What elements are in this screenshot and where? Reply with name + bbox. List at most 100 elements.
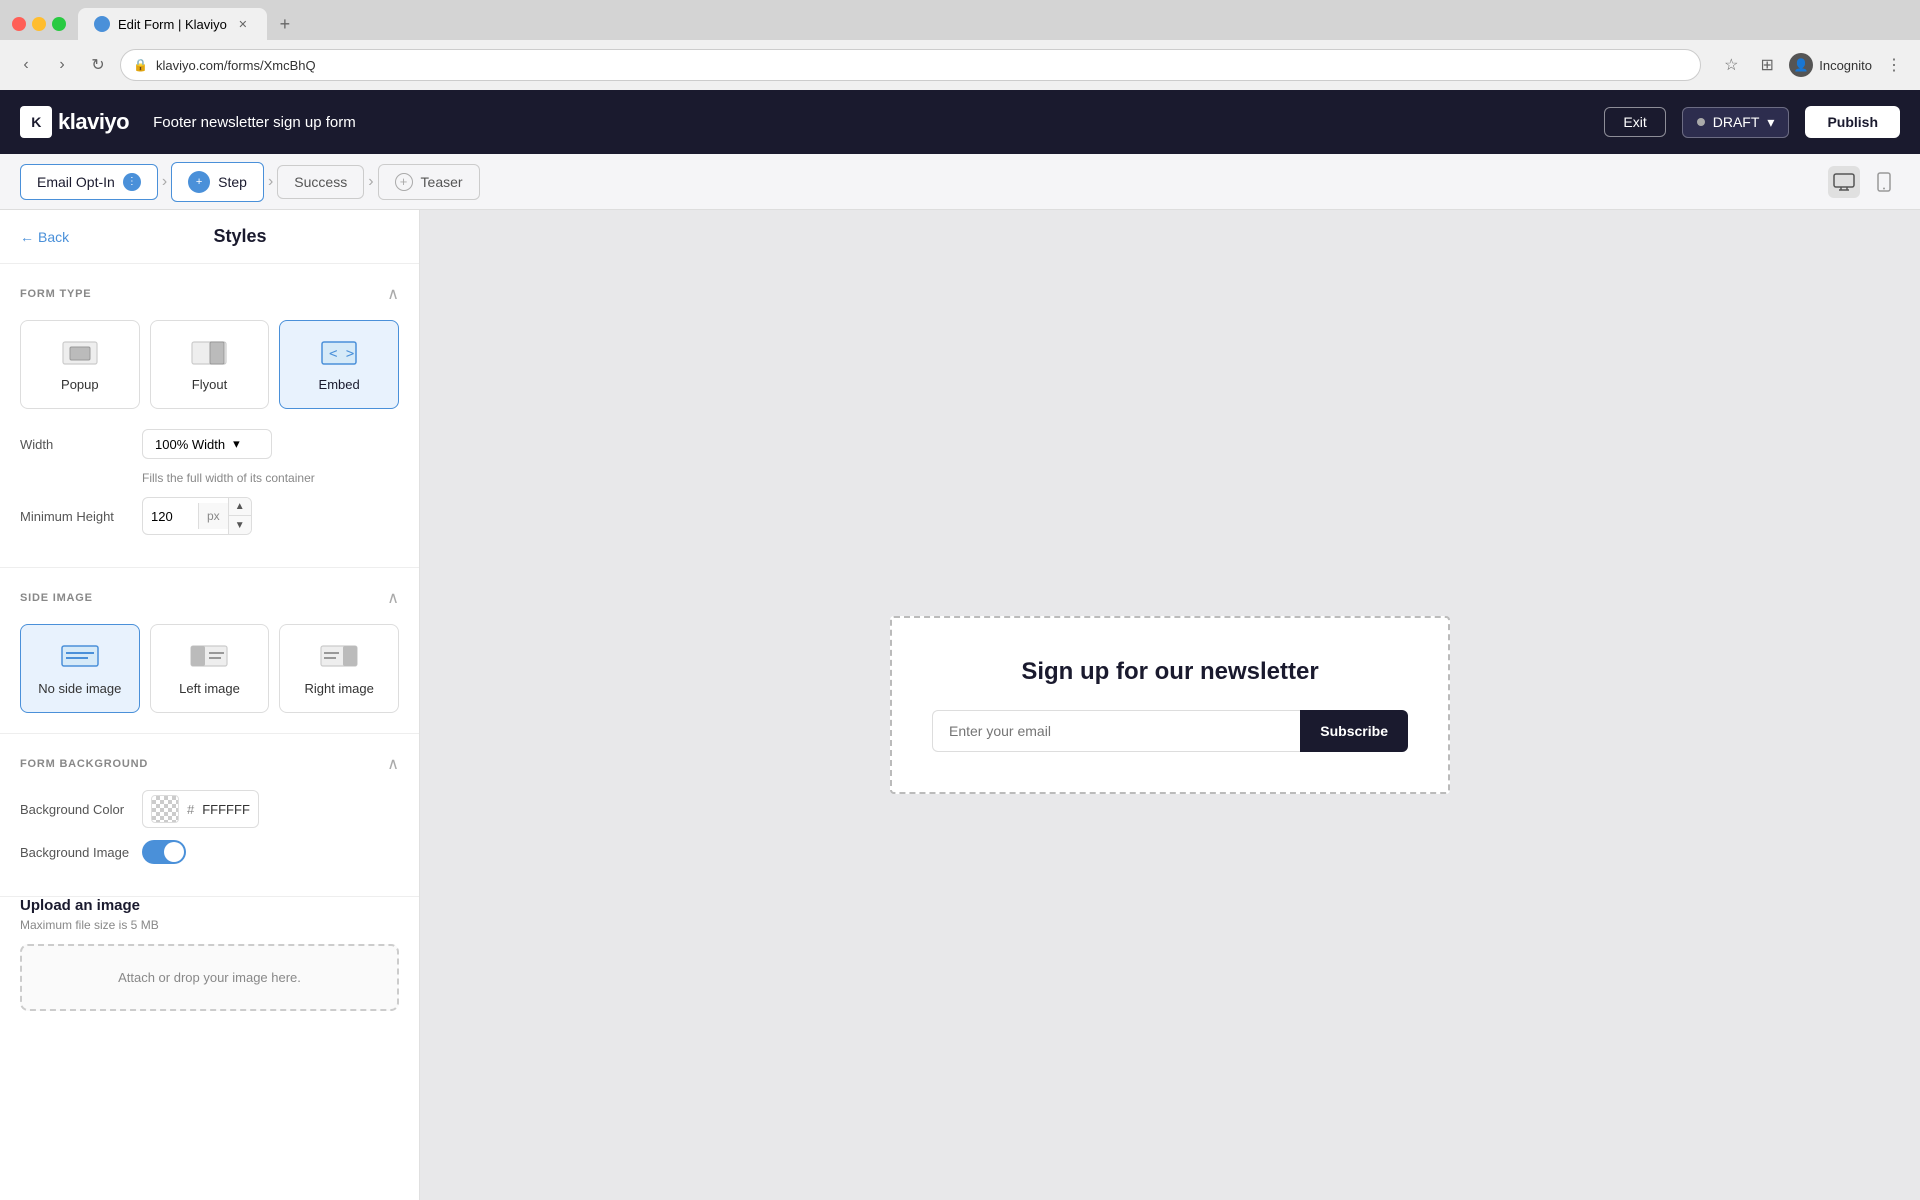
- reload-button[interactable]: ↻: [84, 51, 112, 79]
- back-button[interactable]: ← Back: [20, 229, 69, 245]
- embed-label: Embed: [319, 377, 360, 392]
- back-nav-button[interactable]: ‹: [12, 51, 40, 79]
- upload-dropzone-label: Attach or drop your image here.: [118, 970, 301, 985]
- draft-chevron-icon: ▾: [1767, 114, 1774, 131]
- tab-title: Edit Form | Klaviyo: [118, 17, 227, 32]
- workflow-step-step[interactable]: + Step: [171, 162, 264, 202]
- menu-icon[interactable]: ⋮: [1880, 51, 1908, 79]
- minimize-traffic-light[interactable]: [32, 17, 46, 31]
- form-type-section-header: FORM TYPE ∧: [20, 284, 399, 304]
- checkerboard-pattern: [152, 796, 178, 822]
- exit-button[interactable]: Exit: [1604, 107, 1665, 137]
- device-toggle: [1828, 166, 1900, 198]
- left-image-button[interactable]: Left image: [150, 624, 270, 713]
- maximize-traffic-light[interactable]: [52, 17, 66, 31]
- new-tab-button[interactable]: +: [271, 10, 299, 38]
- tab-close-button[interactable]: ✕: [235, 16, 251, 32]
- draft-dot: [1697, 118, 1705, 126]
- right-image-button[interactable]: Right image: [279, 624, 399, 713]
- svg-text:< >: < >: [329, 346, 354, 362]
- form-background-collapse-button[interactable]: ∧: [387, 754, 399, 774]
- draft-label: DRAFT: [1713, 114, 1760, 130]
- email-opt-in-options-icon[interactable]: ⋮: [123, 173, 141, 191]
- url-text: klaviyo.com/forms/XmcBhQ: [156, 58, 316, 73]
- min-height-increment-button[interactable]: ▲: [229, 498, 251, 516]
- preview-email-input[interactable]: [932, 710, 1300, 752]
- embed-icon: < >: [319, 337, 359, 367]
- background-color-label: Background Color: [20, 802, 130, 817]
- left-image-label: Left image: [179, 681, 240, 696]
- upload-title: Upload an image: [20, 897, 399, 914]
- side-image-section: SIDE IMAGE ∧ No side image: [0, 568, 419, 734]
- embed-type-button[interactable]: < > Embed: [279, 320, 399, 409]
- flyout-type-button[interactable]: Flyout: [150, 320, 270, 409]
- min-height-row: Minimum Height px ▲ ▼: [20, 497, 399, 535]
- incognito-label: Incognito: [1819, 58, 1872, 73]
- upload-dropzone[interactable]: Attach or drop your image here.: [20, 944, 399, 1011]
- back-arrow-icon: ←: [20, 229, 34, 245]
- form-type-section: FORM TYPE ∧ Popup: [0, 264, 419, 568]
- width-field-row: Width 100% Width ▾: [20, 429, 399, 459]
- extensions-icon[interactable]: ⊞: [1753, 51, 1781, 79]
- min-height-unit: px: [198, 503, 228, 529]
- side-image-collapse-button[interactable]: ∧: [387, 588, 399, 608]
- close-traffic-light[interactable]: [12, 17, 26, 31]
- publish-button[interactable]: Publish: [1805, 106, 1900, 138]
- form-title: Footer newsletter sign up form: [153, 114, 1588, 131]
- klaviyo-logo: K klaviyo: [20, 106, 129, 138]
- popup-type-button[interactable]: Popup: [20, 320, 140, 409]
- min-height-input[interactable]: [143, 503, 198, 530]
- background-image-toggle[interactable]: [142, 840, 186, 864]
- width-chevron-icon: ▾: [233, 436, 240, 452]
- form-type-grid: Popup Flyout: [20, 320, 399, 409]
- no-side-image-icon: [60, 641, 100, 671]
- form-type-section-title: FORM TYPE: [20, 288, 91, 300]
- flyout-icon: [189, 337, 229, 367]
- workflow-step-success[interactable]: Success: [277, 165, 364, 199]
- desktop-device-button[interactable]: [1828, 166, 1860, 198]
- mobile-device-button[interactable]: [1868, 166, 1900, 198]
- color-hash: #: [187, 802, 194, 817]
- draft-button[interactable]: DRAFT ▾: [1682, 107, 1790, 138]
- workflow-step-teaser[interactable]: + Teaser: [378, 164, 480, 200]
- form-preview-title: Sign up for our newsletter: [1021, 658, 1318, 686]
- right-image-label: Right image: [304, 681, 373, 696]
- no-side-image-button[interactable]: No side image: [20, 624, 140, 713]
- width-hint: Fills the full width of its container: [142, 471, 399, 485]
- form-preview-row: Subscribe: [932, 710, 1408, 752]
- bookmark-icon[interactable]: ☆: [1717, 51, 1745, 79]
- app-topnav: K klaviyo Footer newsletter sign up form…: [0, 90, 1920, 154]
- min-height-stepper: ▲ ▼: [228, 498, 251, 534]
- color-swatch[interactable]: [151, 795, 179, 823]
- forward-nav-button[interactable]: ›: [48, 51, 76, 79]
- background-image-row: Background Image: [20, 840, 399, 864]
- incognito-badge: 👤 Incognito: [1789, 51, 1872, 79]
- form-background-section: FORM BACKGROUND ∧ Background Color # FFF…: [0, 734, 419, 897]
- form-background-section-header: FORM BACKGROUND ∧: [20, 754, 399, 774]
- workflow-step-email-opt-in[interactable]: Email Opt-In ⋮: [20, 164, 158, 200]
- right-image-icon: [319, 641, 359, 671]
- incognito-icon: 👤: [1789, 53, 1813, 77]
- upload-hint: Maximum file size is 5 MB: [20, 918, 399, 932]
- no-side-image-label: No side image: [38, 681, 121, 696]
- step-label: Step: [218, 174, 247, 190]
- success-label: Success: [294, 174, 347, 190]
- background-color-field[interactable]: # FFFFFF: [142, 790, 259, 828]
- width-select[interactable]: 100% Width ▾: [142, 429, 272, 459]
- lock-icon: 🔒: [133, 58, 148, 72]
- tab-favicon: [94, 16, 110, 32]
- flyout-label: Flyout: [192, 377, 227, 392]
- address-bar[interactable]: 🔒 klaviyo.com/forms/XmcBhQ: [120, 49, 1701, 81]
- teaser-label: Teaser: [421, 174, 463, 190]
- background-color-row: Background Color # FFFFFF: [20, 790, 399, 828]
- min-height-decrement-button[interactable]: ▼: [229, 516, 251, 534]
- step-circle-icon: +: [188, 171, 210, 193]
- preview-subscribe-button[interactable]: Subscribe: [1300, 710, 1408, 752]
- sidebar-title: Styles: [81, 226, 399, 247]
- form-type-collapse-button[interactable]: ∧: [387, 284, 399, 304]
- active-tab[interactable]: Edit Form | Klaviyo ✕: [78, 8, 267, 40]
- workflow-arrow-2: ›: [268, 173, 273, 191]
- logo-text: klaviyo: [58, 109, 129, 135]
- width-value: 100% Width: [155, 437, 225, 452]
- upload-section: Upload an image Maximum file size is 5 M…: [0, 897, 419, 1031]
